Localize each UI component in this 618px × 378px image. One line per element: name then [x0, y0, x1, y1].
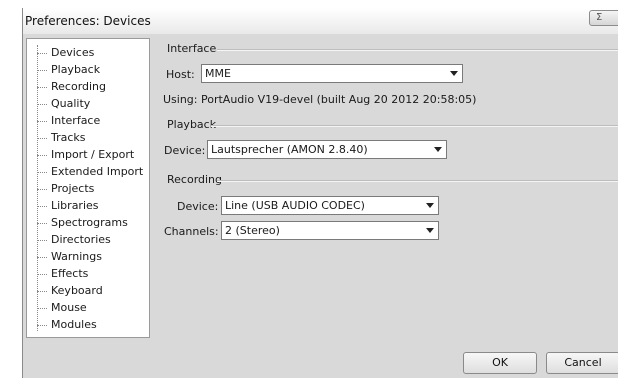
tree-item-tracks[interactable]: Tracks: [37, 130, 86, 146]
tree-item-spectrograms[interactable]: Spectrograms: [37, 215, 128, 231]
tree-item-extended-import[interactable]: Extended Import: [37, 164, 143, 180]
host-label: Host:: [166, 68, 195, 81]
recording-group-line: [217, 180, 618, 182]
chevron-down-icon: [426, 203, 434, 208]
tree-item-directories[interactable]: Directories: [37, 232, 111, 248]
close-button[interactable]: Σ: [589, 10, 618, 26]
close-icon[interactable]: Σ: [596, 12, 602, 23]
tree-item-mouse[interactable]: Mouse: [37, 300, 87, 316]
cancel-button[interactable]: Cancel: [546, 352, 618, 374]
devices-panel: Interface Host: MME Using: PortAudio V19…: [157, 38, 618, 338]
interface-group-line: [217, 49, 618, 51]
tree-item-import-export[interactable]: Import / Export: [37, 147, 134, 163]
chevron-down-icon: [426, 228, 434, 233]
tree-item-warnings[interactable]: Warnings: [37, 249, 102, 265]
playback-device-label: Device:: [164, 144, 206, 157]
title-bar: Preferences: Devices Σ: [23, 8, 618, 34]
tree-item-playback[interactable]: Playback: [37, 62, 100, 78]
host-select-value: MME: [205, 67, 231, 80]
tree-item-projects[interactable]: Projects: [37, 181, 94, 197]
chevron-down-icon: [450, 71, 458, 76]
tree-item-quality[interactable]: Quality: [37, 96, 90, 112]
recording-group-title: Recording: [167, 173, 223, 186]
tree-item-recording[interactable]: Recording: [37, 79, 106, 95]
tree-item-devices[interactable]: Devices: [37, 45, 94, 61]
channels-select[interactable]: 2 (Stereo): [221, 221, 439, 240]
category-tree[interactable]: Devices Playback Recording Quality Inter…: [26, 38, 150, 338]
portaudio-info: Using: PortAudio V19-devel (built Aug 20…: [163, 93, 477, 106]
recording-device-label: Device:: [177, 200, 219, 213]
playback-group-title: Playback: [167, 118, 217, 131]
tree-item-interface[interactable]: Interface: [37, 113, 100, 129]
recording-device-select[interactable]: Line (USB AUDIO CODEC): [221, 196, 439, 215]
tree-item-libraries[interactable]: Libraries: [37, 198, 99, 214]
window-title: Preferences: Devices: [25, 14, 151, 28]
interface-group-title: Interface: [167, 42, 217, 55]
host-select[interactable]: MME: [201, 64, 463, 83]
channels-label: Channels:: [164, 225, 219, 238]
playback-device-value: Lautsprecher (AMON 2.8.40): [211, 143, 368, 156]
ok-button[interactable]: OK: [463, 352, 537, 374]
playback-device-select[interactable]: Lautsprecher (AMON 2.8.40): [207, 140, 447, 159]
tree-item-effects[interactable]: Effects: [37, 266, 88, 282]
preferences-window: Preferences: Devices Σ Devices Playback …: [22, 8, 618, 378]
tree-item-keyboard[interactable]: Keyboard: [37, 283, 103, 299]
recording-device-value: Line (USB AUDIO CODEC): [225, 199, 365, 212]
channels-value: 2 (Stereo): [225, 224, 280, 237]
tree-item-modules[interactable]: Modules: [37, 317, 97, 333]
playback-group-line: [211, 125, 618, 127]
chevron-down-icon: [434, 147, 442, 152]
